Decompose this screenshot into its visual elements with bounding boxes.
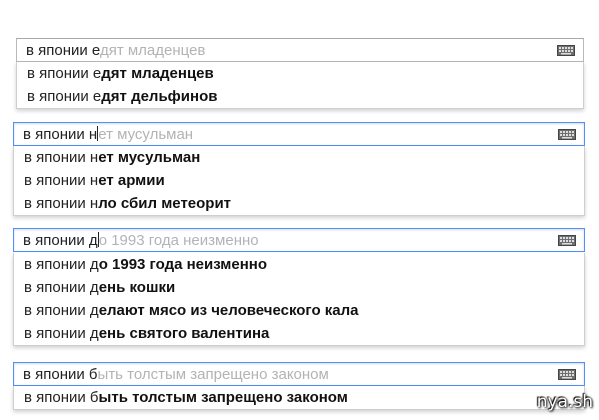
suggestion-completion: ет армии <box>98 172 165 189</box>
typed-text: в японии е <box>26 42 100 59</box>
suggestion-prefix: в японии н <box>24 172 99 189</box>
suggestion-item[interactable]: в японии едят младенцев <box>17 62 583 85</box>
suggestion-completion: дят дельфинов <box>101 88 218 105</box>
suggestion-item[interactable]: в японии до 1993 года неизменно <box>14 253 584 276</box>
suggestion-prefix: в японии н <box>24 149 99 166</box>
suggestion-item[interactable]: в японии нло сбил метеорит <box>14 192 584 215</box>
suggestion-list: в японии быть толстым запрещено законом <box>13 386 585 410</box>
search-input[interactable]: в японии нет мусульман <box>13 122 585 146</box>
keyboard-icon[interactable] <box>558 129 576 140</box>
suggestion-completion: дят младенцев <box>101 65 214 82</box>
search-input[interactable]: в японии до 1993 года неизменно <box>13 228 585 252</box>
suggestion-completion: ет мусульман <box>98 149 201 166</box>
suggestion-item[interactable]: в японии день кошки <box>14 276 584 299</box>
suggestion-completion: ло сбил метеорит <box>98 195 232 212</box>
suggestion-item[interactable]: в японии делают мясо из человеческого ка… <box>14 299 584 322</box>
suggestion-item[interactable]: в японии быть толстым запрещено законом <box>14 386 584 409</box>
search-input[interactable]: в японии едят младенцев <box>16 38 584 62</box>
keyboard-icon[interactable] <box>558 235 576 246</box>
suggestion-item[interactable]: в японии нет армии <box>14 169 584 192</box>
hint-text: дят младенцев <box>99 42 206 59</box>
hint-text: ет мусульман <box>98 126 194 143</box>
suggestion-completion: елают мясо из человеческого кала <box>98 302 359 319</box>
keyboard-icon[interactable] <box>558 369 576 380</box>
suggestion-item[interactable]: в японии нет мусульман <box>14 146 584 169</box>
suggestion-prefix: в японии д <box>24 279 99 296</box>
suggestion-completion: о 1993 года неизменно <box>98 256 268 273</box>
hint-text: о 1993 года неизменно <box>98 232 259 249</box>
suggestion-prefix: в японии е <box>27 65 102 82</box>
suggestion-prefix: в японии д <box>24 302 99 319</box>
search-input[interactable]: в японии быть толстым запрещено законом <box>13 362 585 386</box>
typed-text: в японии д <box>23 232 98 249</box>
suggestion-prefix: в японии б <box>24 389 99 406</box>
suggestion-completion: ень кошки <box>98 279 176 296</box>
suggestion-item[interactable]: в японии день святого валентина <box>14 322 584 345</box>
typed-text: в японии б <box>23 366 98 383</box>
suggestion-prefix: в японии н <box>24 195 99 212</box>
watermark: nya.sh <box>536 392 593 412</box>
suggestion-prefix: в японии д <box>24 325 99 342</box>
suggestion-list: в японии нет мусульман в японии нет арми… <box>13 146 585 216</box>
suggestion-list: в японии едят младенцев в японии едят де… <box>16 62 584 109</box>
keyboard-icon[interactable] <box>557 45 575 56</box>
suggestion-completion: ыть толстым запрещено законом <box>98 389 348 406</box>
search-query: в японии до 1993 года неизменно <box>23 232 259 249</box>
suggestion-list: в японии до 1993 года неизменно в японии… <box>13 253 585 346</box>
search-query: в японии быть толстым запрещено законом <box>23 366 329 383</box>
suggestion-completion: ень святого валентина <box>98 325 270 342</box>
search-query: в японии едят младенцев <box>26 42 205 59</box>
suggestion-prefix: в японии д <box>24 256 99 273</box>
search-query: в японии нет мусульман <box>23 126 193 143</box>
typed-text: в японии н <box>23 126 98 143</box>
hint-text: ыть толстым запрещено законом <box>97 366 329 383</box>
suggestion-item[interactable]: в японии едят дельфинов <box>17 85 583 108</box>
suggestion-prefix: в японии е <box>27 88 102 105</box>
